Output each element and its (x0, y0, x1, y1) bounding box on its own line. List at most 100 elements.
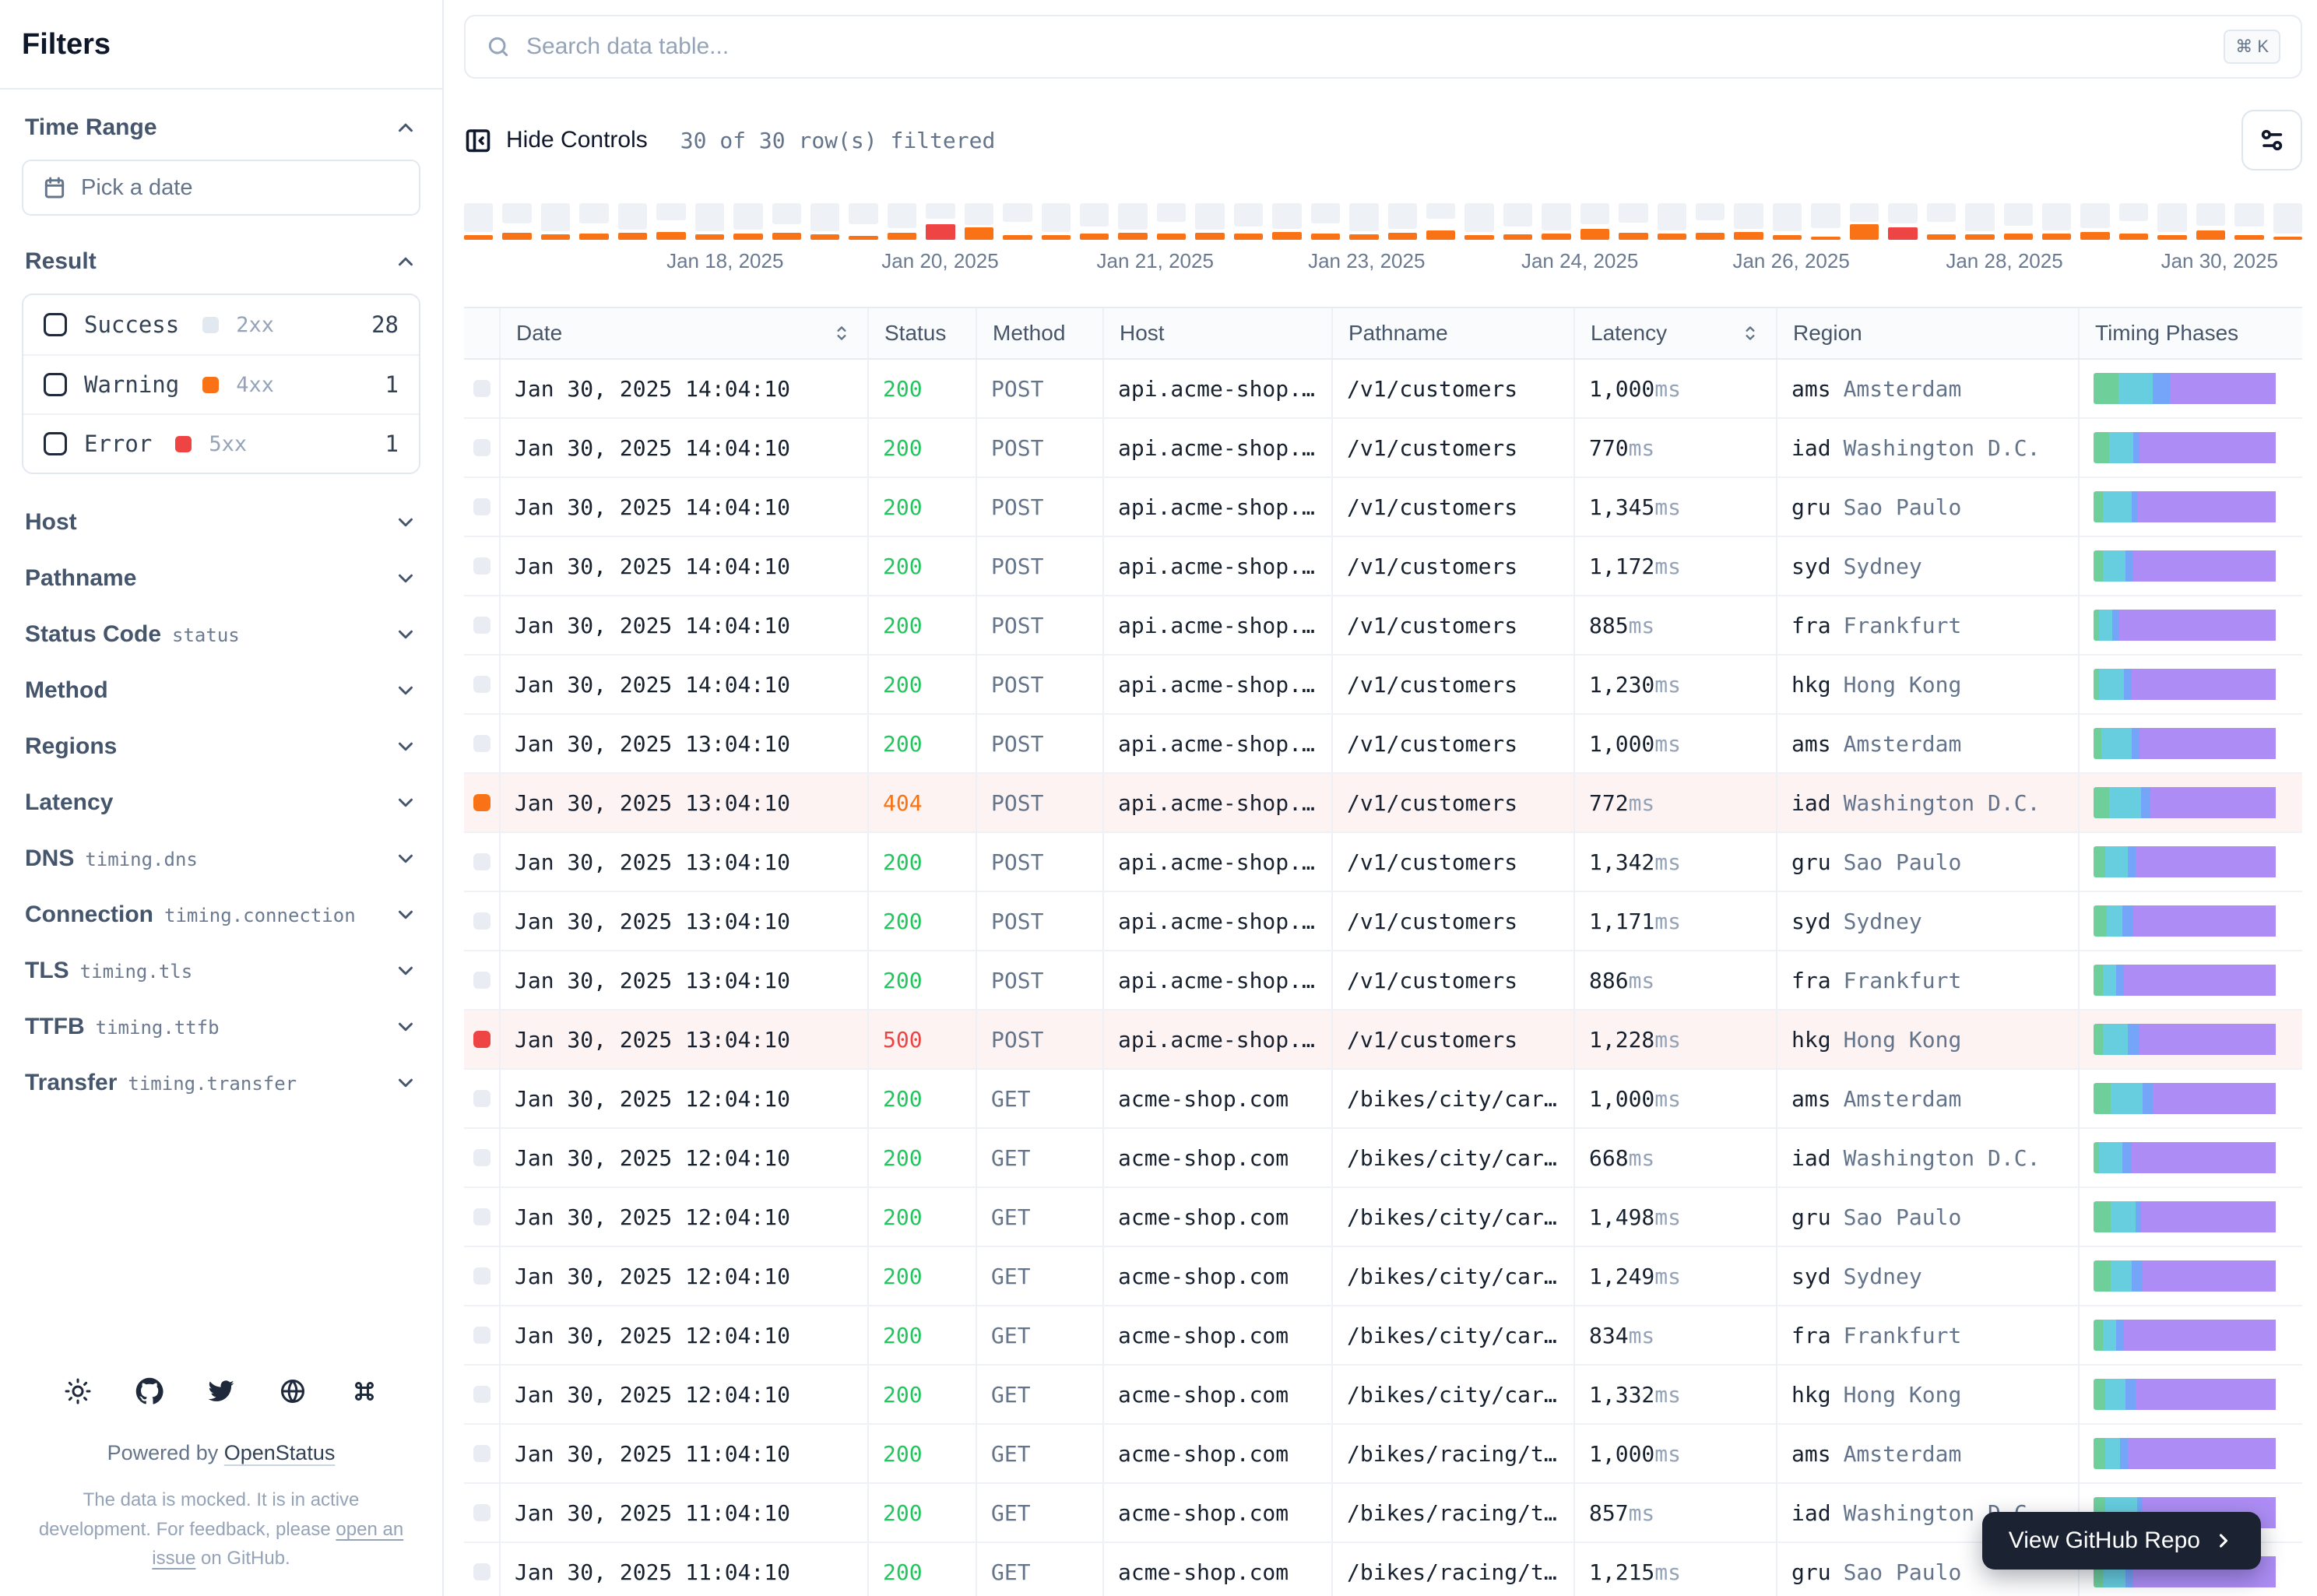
table-row[interactable]: Jan 30, 2025 11:04:10 200 GET acme-shop.com… (464, 1425, 2302, 1484)
openstatus-link[interactable]: OpenStatus (224, 1441, 336, 1464)
checkbox[interactable] (44, 373, 67, 396)
sort-icon[interactable] (1740, 323, 1760, 343)
timeline-chart[interactable]: Jan 18, 2025 Jan 20, 2025 Jan 21, 2025 Jan … (464, 203, 2302, 279)
view-github-repo-button[interactable]: View GitHub Repo (1981, 1512, 2261, 1570)
sidebar-body: Time Range Pick a date Result Success 2xx… (0, 90, 442, 1111)
table-row[interactable]: Jan 30, 2025 13:04:10 200 POST api.acme-sho… (464, 833, 2302, 892)
host-cell: acme-shop.com (1102, 1425, 1331, 1482)
filter-section-connection[interactable]: Connection timing.connection (22, 887, 420, 943)
table-row[interactable]: Jan 30, 2025 12:04:10 200 GET acme-shop.com… (464, 1366, 2302, 1425)
filter-section-latency[interactable]: Latency (22, 775, 420, 831)
globe-icon[interactable] (279, 1377, 307, 1405)
filter-section-method[interactable]: Method (22, 663, 420, 719)
table-row[interactable]: Jan 30, 2025 13:04:10 200 POST api.acme-sho… (464, 715, 2302, 774)
dns-segment (2094, 1024, 2104, 1055)
tls-segment (2112, 610, 2118, 641)
table-row[interactable]: Jan 30, 2025 14:04:10 200 POST api.acme-sho… (464, 596, 2302, 656)
ttfb-segment (2152, 1083, 2277, 1114)
region-city: Sydney (1843, 908, 1922, 934)
chart-bar-total (964, 203, 994, 225)
view-options-button[interactable] (2241, 110, 2302, 170)
chart-bar-total (1195, 203, 1225, 230)
table-row[interactable]: Jan 30, 2025 14:04:10 200 POST api.acme-sho… (464, 419, 2302, 478)
latency-value: 1,345 (1589, 494, 1655, 520)
status-indicator-square (473, 498, 490, 515)
table-header-row: Date Status Method Host Pathname Latency Regio… (464, 308, 2302, 360)
column-header-date[interactable]: Date (499, 308, 867, 358)
connection-segment (2104, 846, 2128, 877)
table-row[interactable]: Jan 30, 2025 12:04:10 200 GET acme-shop.com… (464, 1129, 2302, 1188)
region-city: Hong Kong (1843, 671, 1962, 698)
chart-bar-total (2080, 203, 2110, 228)
latency-cell: 1,000 ms (1573, 360, 1776, 417)
table-row[interactable]: Jan 30, 2025 12:04:10 200 GET acme-shop.com… (464, 1247, 2302, 1306)
filter-section-tls[interactable]: TLS timing.tls (22, 943, 420, 999)
table-row[interactable]: Jan 30, 2025 14:04:10 200 POST api.acme-sho… (464, 478, 2302, 537)
pathname-cell: /bikes/city/car… (1331, 1366, 1573, 1423)
command-icon[interactable] (350, 1377, 378, 1405)
date-cell: Jan 30, 2025 12:04:10 (499, 1129, 867, 1186)
panel-left-close-icon (466, 129, 490, 153)
latency-cell: 1,345 ms (1573, 478, 1776, 536)
filter-section-dns[interactable]: DNS timing.dns (22, 831, 420, 887)
table-row[interactable]: Jan 30, 2025 14:04:10 200 POST api.acme-sho… (464, 360, 2302, 419)
checkbox[interactable] (44, 432, 67, 455)
filter-section-status-code[interactable]: Status Code status (22, 606, 420, 663)
date-picker-button[interactable]: Pick a date (22, 160, 420, 216)
region-city: Sao Paulo (1843, 1204, 1962, 1230)
chart-bar-error (1965, 234, 1995, 240)
hide-controls-button[interactable]: Hide Controls (464, 126, 648, 154)
connection-segment (2103, 1320, 2117, 1351)
result-item-error[interactable]: Error 5xx 1 (23, 413, 419, 473)
twitter-icon[interactable] (207, 1377, 235, 1405)
table-row[interactable]: Jan 30, 2025 14:04:10 200 POST api.acme-sho… (464, 656, 2302, 715)
region-cell: hkg Hong Kong (1776, 656, 2078, 713)
column-header-latency[interactable]: Latency (1573, 308, 1776, 358)
timing-phases-cell (2078, 656, 2302, 713)
filter-section-regions[interactable]: Regions (22, 719, 420, 775)
time-range-section-header[interactable]: Time Range (22, 94, 420, 160)
status-indicator-square (473, 853, 490, 870)
result-item-warning[interactable]: Warning 4xx 1 (23, 354, 419, 413)
latency-cell: 1,228 ms (1573, 1011, 1776, 1068)
result-section-header[interactable]: Result (22, 216, 420, 294)
latency-unit: ms (1654, 553, 1682, 579)
latency-value: 885 (1589, 612, 1629, 638)
theme-icon[interactable] (64, 1377, 92, 1405)
result-item-success[interactable]: Success 2xx 28 (23, 295, 419, 354)
chevron-down-icon (399, 574, 413, 583)
column-header-label: Method (993, 321, 1066, 345)
search-icon (488, 37, 508, 57)
github-icon[interactable] (135, 1377, 163, 1405)
table-row[interactable]: Jan 30, 2025 12:04:10 200 GET acme-shop.com… (464, 1188, 2302, 1247)
latency-cell: 1,342 ms (1573, 833, 1776, 891)
connection-segment (2108, 787, 2141, 818)
chart-bar (1696, 203, 1725, 240)
ttfb-segment (2135, 1379, 2277, 1410)
filter-section-pathname[interactable]: Pathname (22, 550, 420, 606)
filter-section-transfer[interactable]: Transfer timing.transfer (22, 1055, 420, 1111)
table-row[interactable]: Jan 30, 2025 14:04:10 200 POST api.acme-sho… (464, 537, 2302, 596)
checkbox[interactable] (44, 313, 67, 336)
table-row[interactable]: Jan 30, 2025 12:04:10 200 GET acme-shop.com… (464, 1306, 2302, 1366)
sort-icon[interactable] (832, 323, 852, 343)
status-code: 200 (883, 1559, 923, 1585)
table-row[interactable]: Jan 30, 2025 13:04:10 200 POST api.acme-sho… (464, 892, 2302, 951)
chart-bar (464, 203, 494, 240)
filter-field: timing.transfer (128, 1073, 297, 1095)
filter-section-ttfb[interactable]: TTFB timing.ttfb (22, 999, 420, 1055)
dns-segment (2094, 1379, 2105, 1410)
table-row[interactable]: Jan 30, 2025 12:04:10 200 GET acme-shop.com… (464, 1070, 2302, 1129)
chart-bar (2234, 203, 2264, 240)
chart-bar-error (810, 234, 840, 240)
table-row[interactable]: Jan 30, 2025 13:04:10 404 POST api.acme-sho… (464, 774, 2302, 833)
filter-section-host[interactable]: Host (22, 494, 420, 550)
chart-bar-total (926, 203, 955, 219)
chart-bar-total (810, 203, 840, 231)
latency-value: 1,230 (1589, 671, 1655, 698)
search-input[interactable] (526, 33, 2209, 60)
table-row[interactable]: Jan 30, 2025 13:04:10 200 POST api.acme-sho… (464, 951, 2302, 1011)
table-row[interactable]: Jan 30, 2025 13:04:10 500 POST api.acme-sho… (464, 1011, 2302, 1070)
chart-bar (1542, 203, 1571, 240)
row-status-indicator-cell (464, 1425, 499, 1482)
